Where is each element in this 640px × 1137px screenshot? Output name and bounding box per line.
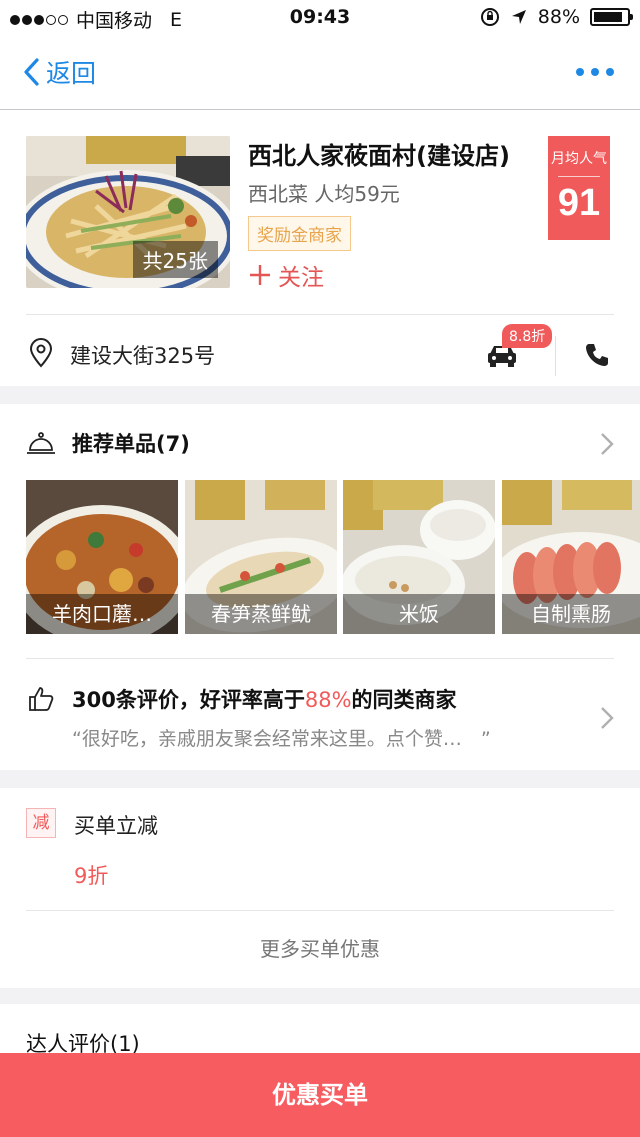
discount-section: 减 买单立减 9折 更多买单优惠	[0, 788, 640, 988]
follow-label: 关注	[278, 265, 324, 291]
reviews-summary: 300条评价，好评率高于88%的同类商家	[72, 684, 457, 714]
header-divider	[26, 314, 614, 315]
dish-name: 米饭	[343, 594, 495, 634]
discount-title: 买单立减	[74, 814, 158, 838]
follow-button[interactable]: 关注	[248, 258, 324, 292]
status-bar: 中国移动 E 09:43 88%	[0, 0, 640, 36]
popularity-divider	[558, 176, 600, 177]
chevron-left-icon	[24, 58, 39, 86]
discount-pay-button[interactable]: 优惠买单	[0, 1053, 640, 1137]
recommended-title: 推荐单品(7)	[72, 432, 190, 456]
plus-icon	[250, 265, 270, 285]
more-options-icon[interactable]	[576, 68, 614, 76]
reviews-divider	[26, 658, 614, 659]
nav-bar: 返回	[0, 36, 640, 110]
chevron-right-icon	[601, 433, 614, 455]
phone-icon[interactable]	[584, 342, 610, 368]
shop-photo[interactable]: 共25张	[26, 136, 230, 288]
address-row[interactable]: 建设大街325号 8.8折	[0, 316, 640, 390]
discount-value: 9折	[74, 864, 109, 888]
dish-cloche-icon	[27, 432, 55, 454]
dish-card[interactable]: 自制熏肠	[502, 480, 640, 634]
dish-name: 春笋蒸鲜鱿	[185, 594, 337, 634]
reviews-row[interactable]: 300条评价，好评率高于88%的同类商家 “很好吃，亲戚朋友聚会经常来这里。点个…	[0, 660, 640, 772]
shop-header-card: 共25张 西北人家莜面村(建设店) 西北菜 人均59元 奖励金商家 关注 月均人…	[0, 110, 640, 386]
location-arrow-icon	[511, 10, 526, 24]
popularity-badge: 月均人气 91	[548, 136, 610, 240]
dish-card[interactable]: 米饭	[343, 480, 495, 634]
location-pin-icon	[29, 338, 53, 368]
dish-name: 羊肉口蘑…	[26, 594, 178, 634]
dish-name: 自制熏肠	[502, 594, 640, 634]
reviews-summary-suffix: 的同类商家	[351, 688, 457, 712]
shop-name: 西北人家莜面村(建设店)	[248, 142, 510, 170]
status-right: 88%	[480, 6, 633, 28]
chevron-right-icon	[601, 707, 614, 729]
recommended-header[interactable]: 推荐单品(7)	[0, 404, 640, 482]
battery-percent: 88%	[537, 6, 580, 28]
address-text: 建设大街325号	[70, 344, 216, 368]
discount-divider	[26, 910, 614, 911]
popularity-label: 月均人气	[551, 151, 607, 167]
popularity-value: 91	[557, 182, 601, 224]
battery-fill	[594, 12, 623, 22]
reward-merchant-tag: 奖励金商家	[248, 216, 351, 251]
taxi-discount-badge: 8.8折	[502, 324, 553, 348]
back-button[interactable]: 返回	[22, 54, 96, 90]
dish-card[interactable]: 春笋蒸鲜鱿	[185, 480, 337, 634]
review-quote: “很好吃，亲戚朋友聚会经常来这里。点个赞… ”	[72, 728, 491, 750]
back-label: 返回	[46, 59, 97, 88]
address-separator	[555, 336, 556, 376]
shop-category-price: 西北菜 人均59元	[248, 182, 400, 206]
discount-badge: 减	[26, 808, 56, 838]
recommended-section: 推荐单品(7) 羊肉口蘑… 春笋蒸鲜鱿 米饭 自制熏肠 300条评价，好评率高于…	[0, 404, 640, 770]
more-deals-link[interactable]: 更多买单优惠	[0, 912, 640, 986]
dish-card[interactable]: 羊肉口蘑…	[26, 480, 178, 634]
thumbs-up-icon	[29, 687, 54, 711]
orientation-lock-icon	[480, 8, 499, 26]
photo-count-badge: 共25张	[132, 241, 218, 278]
battery-icon	[590, 8, 633, 26]
reviews-summary-prefix: 300条评价，好评率高于	[72, 688, 305, 712]
good-rate-highlight: 88%	[304, 688, 352, 712]
